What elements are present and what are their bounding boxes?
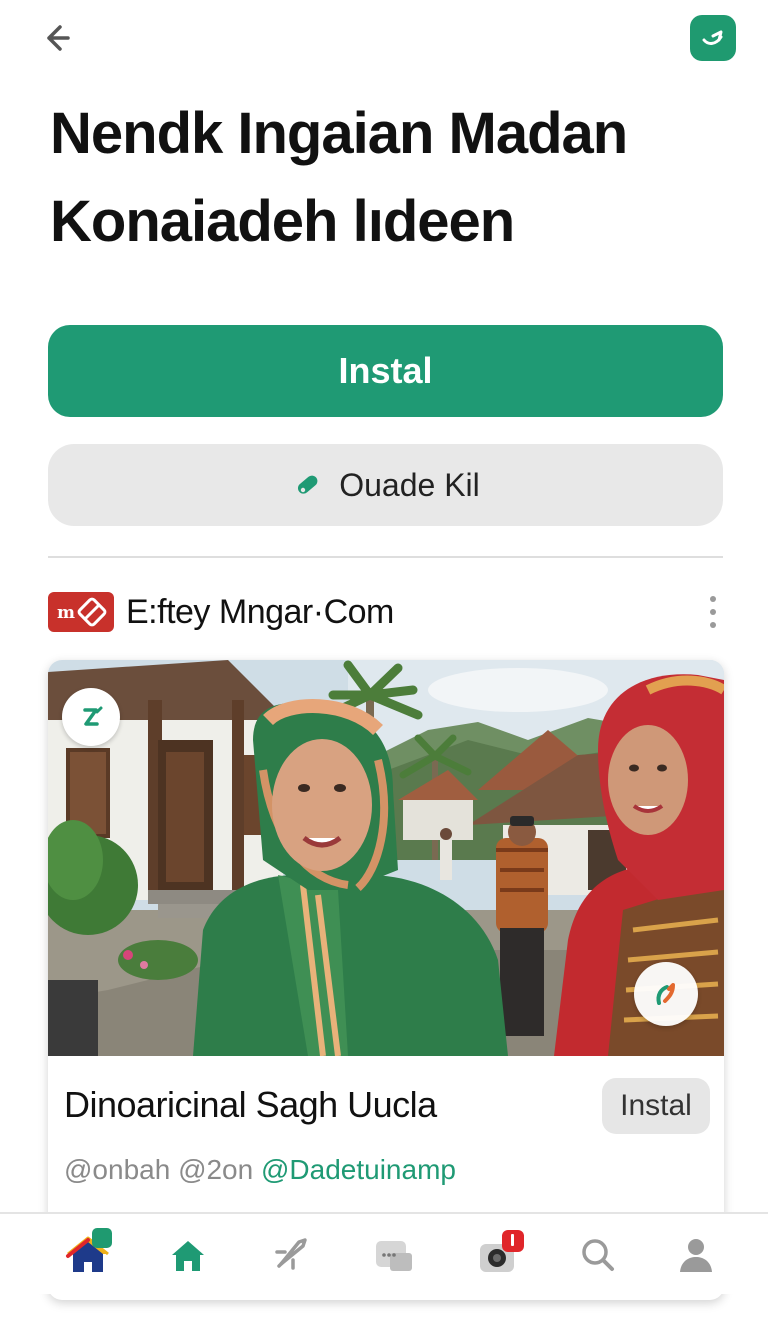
swipe-badge-icon[interactable] xyxy=(634,962,698,1026)
nav-cards[interactable] xyxy=(366,1228,422,1282)
secondary-action-button[interactable]: Ouade Kil xyxy=(48,444,723,526)
arrow-left-icon xyxy=(47,25,70,51)
card-meta: @onbah @2on @Dadetuinamp xyxy=(64,1154,456,1186)
rocket-icon xyxy=(275,1238,307,1270)
nav-home-color[interactable] xyxy=(60,1228,116,1282)
secondary-action-label: Ouade Kil xyxy=(339,466,480,503)
card-meta-handles: @onbah @2on xyxy=(64,1154,261,1185)
source-logo-icon: m xyxy=(48,592,114,632)
page-title-line-2: Konaiadeh lıdeen xyxy=(50,189,515,254)
app-badge-button[interactable] xyxy=(690,15,736,61)
source-name: E:ftey Mngar·Com xyxy=(126,592,394,631)
source-row: m E:ftey Mngar·Com xyxy=(48,586,723,638)
bottom-nav xyxy=(0,1212,768,1294)
home-icon xyxy=(172,1241,204,1271)
page-title-line-1: Nendk Ingaian Madan xyxy=(50,101,628,166)
card-install-button[interactable]: Instal xyxy=(602,1078,710,1134)
profile-icon xyxy=(680,1239,712,1272)
app-badge-icon xyxy=(702,30,723,45)
section-divider xyxy=(48,556,723,558)
top-bar xyxy=(0,0,768,80)
search-icon xyxy=(582,1239,614,1271)
nav-camera-badge xyxy=(502,1230,524,1252)
nav-camera[interactable] xyxy=(470,1228,526,1282)
nav-rocket[interactable] xyxy=(262,1228,318,1282)
pencil-tag-icon xyxy=(298,475,318,494)
kebab-menu-icon[interactable] xyxy=(703,592,723,632)
content-card[interactable]: Dinoaricinal Sagh Uucla Instal @onbah @2… xyxy=(48,660,724,1300)
nav-search[interactable] xyxy=(570,1228,626,1282)
install-button[interactable]: Instal xyxy=(48,325,723,417)
page-title: Nendk Ingaian Madan Konaiadeh lıdeen xyxy=(50,90,730,266)
card-photo xyxy=(48,660,724,1056)
card-meta-link[interactable]: @Dadetuinamp xyxy=(261,1154,456,1185)
svg-text:m: m xyxy=(57,603,75,623)
nav-home[interactable] xyxy=(160,1228,216,1282)
back-button[interactable] xyxy=(34,16,78,60)
cards-icon xyxy=(376,1241,412,1271)
nav-profile[interactable] xyxy=(668,1228,724,1282)
nav-home-badge xyxy=(92,1228,112,1248)
card-photo-image xyxy=(48,660,724,1056)
share-badge-icon[interactable] xyxy=(62,688,120,746)
card-title[interactable]: Dinoaricinal Sagh Uucla xyxy=(64,1084,437,1126)
